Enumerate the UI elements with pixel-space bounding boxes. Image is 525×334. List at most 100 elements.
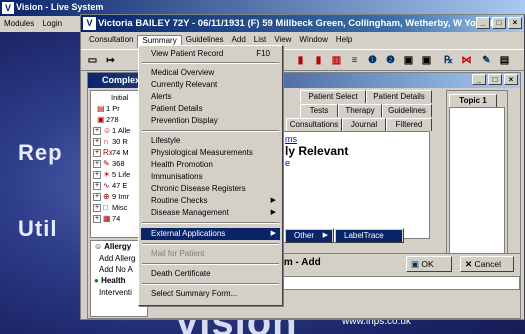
tab-patient-details[interactable]: Patient Details — [366, 90, 432, 103]
tab-journal[interactable]: Journal — [342, 118, 386, 131]
tree-item[interactable]: ▣278 — [97, 115, 119, 126]
menu-window[interactable]: Window — [295, 35, 331, 48]
menu-item-lifestyle[interactable]: Lifestyle — [141, 135, 280, 147]
menu-item-mail-for-patient: Mail for Patient — [151, 249, 205, 258]
menu-item-select-summary-form[interactable]: Select Summary Form... — [141, 288, 280, 300]
bg-menu-login[interactable]: Login — [42, 19, 62, 28]
toolbar-copy-2-icon[interactable]: ▣ — [419, 53, 434, 68]
tree-item[interactable]: Initial — [111, 93, 129, 104]
tree-item[interactable]: + ✎ 368 — [93, 159, 125, 170]
menu-item-alerts[interactable]: Alerts — [141, 91, 280, 103]
health-header: ● Health — [94, 276, 126, 285]
menu-item-external-applications[interactable]: External Applications ▶ — [141, 228, 280, 240]
tab-filtered[interactable]: Filtered — [386, 118, 432, 131]
menu-item-chronic-disease-registers[interactable]: Chronic Disease Registers — [141, 183, 280, 195]
topic-body — [449, 107, 505, 259]
menu-item-patient-details[interactable]: Patient Details — [141, 103, 280, 115]
tab-tests[interactable]: Tests — [300, 104, 338, 117]
menu-item-immunisations[interactable]: Immunisations — [141, 171, 280, 183]
add-allergy-link[interactable]: Add Allerg — [99, 254, 135, 263]
tab-topic-1[interactable]: Topic 1 — [449, 94, 497, 107]
tree-item[interactable]: + Rx74 M — [93, 148, 129, 159]
window-titlebar[interactable]: V Victoria BAILEY 72Y - 06/11/1931 (F) 5… — [81, 15, 524, 32]
form-title: rm - Add — [280, 257, 321, 268]
menu-item-currently-relevant[interactable]: Currently Relevant — [141, 79, 280, 91]
tree-item[interactable]: + ⊕ 9 Imr — [93, 192, 129, 203]
tree-item[interactable]: ▤1 Pr — [97, 104, 120, 115]
save-disk-icon: ▣ — [411, 259, 420, 269]
tree-item[interactable]: + ☺1 Alle — [93, 126, 130, 137]
menu-help[interactable]: Help — [332, 35, 356, 48]
tab-therapy[interactable]: Therapy — [338, 104, 382, 117]
toolbar-red-book-3-icon[interactable]: ▥ — [329, 53, 344, 68]
background-title: Vision - Live System — [16, 2, 104, 12]
tree-item[interactable]: + ∩ 30 R — [93, 137, 128, 148]
add-no-allergy-link[interactable]: Add No A — [99, 265, 133, 274]
window-title: Victoria BAILEY 72Y - 06/11/1931 (F) 59 … — [98, 18, 507, 29]
content-panel: ms ly Relevant e — [280, 131, 430, 239]
summary-dropdown-menu: View Patient Record F10 Medical Overview … — [138, 45, 283, 306]
topic-panel: Topic 1 — [446, 90, 508, 262]
bg-menu-modules[interactable]: Modules — [4, 19, 34, 28]
ok-button[interactable]: ▣ OK — [406, 256, 452, 272]
tree-item[interactable]: + ☀ 5 Life — [93, 170, 130, 181]
menu-item-death-certificate[interactable]: Death Certificate — [141, 268, 280, 280]
minimize-button[interactable]: _ — [476, 17, 490, 29]
toolbar-guide-icon[interactable]: ❷ — [383, 53, 398, 68]
toolbar-list-icon[interactable]: ≡ — [347, 53, 362, 68]
tree-item[interactable]: + ▦74 — [93, 214, 120, 225]
tab-guidelines[interactable]: Guidelines — [382, 104, 432, 117]
toolbar-copy-icon[interactable]: ▣ — [401, 53, 416, 68]
toolbar-red-book-icon[interactable]: ▮ — [293, 53, 308, 68]
other-submenu: LabelTrace — [334, 228, 404, 243]
toolbar-pulse-icon[interactable]: ⋈ — [459, 53, 474, 68]
maximize-button[interactable]: □ — [492, 17, 506, 29]
toolbar-pen-icon[interactable]: ✎ — [479, 53, 494, 68]
menu-separator — [142, 243, 279, 245]
tabs-row-3: Consultations Journal Filtered — [286, 118, 436, 131]
menu-item-health-promotion[interactable]: Health Promotion — [141, 159, 280, 171]
menu-item-prevention-display[interactable]: Prevention Display — [141, 115, 280, 127]
health-icon: ● — [94, 276, 99, 285]
tab-patient-select[interactable]: Patient Select — [300, 90, 366, 103]
tree-item[interactable]: + □ Misc — [93, 203, 127, 214]
person-icon: ☺ — [94, 242, 103, 251]
child-close-button[interactable]: × — [504, 74, 518, 85]
toolbar-rx-icon[interactable]: ℞ — [441, 53, 456, 68]
menu-item-disease-management[interactable]: Disease Management ▶ — [141, 207, 280, 219]
menu-item-physiological-measurements[interactable]: Physiological Measurements — [141, 147, 280, 159]
content-link[interactable]: ms — [285, 134, 425, 144]
form-grid[interactable] — [280, 276, 520, 290]
toolbar-info-icon[interactable]: ❶ — [365, 53, 380, 68]
menu-separator — [142, 130, 279, 132]
close-button[interactable]: × — [508, 17, 522, 29]
external-applications-submenu: Other ▶ — [284, 228, 334, 243]
vision-logo-icon: V — [2, 2, 14, 14]
child-minimize-button[interactable]: _ — [472, 74, 486, 85]
background-util-text: Util — [18, 216, 58, 241]
toolbar-doc-icon[interactable]: ▤ — [497, 53, 512, 68]
toolbar-red-book-2-icon[interactable]: ▮ — [311, 53, 326, 68]
menu-separator — [142, 283, 279, 285]
menu-item-medical-overview[interactable]: Medical Overview — [141, 67, 280, 79]
child-window-title: Complex — [102, 75, 141, 85]
form-bar: rm - Add ▣ OK ✕ Cancel — [280, 253, 520, 273]
submenu-item-other[interactable]: Other ▶ — [286, 230, 332, 242]
toolbar-consult-icon[interactable]: ▭ — [85, 53, 100, 68]
submenu-item-labeltrace[interactable]: LabelTrace — [336, 230, 402, 242]
submenu-arrow-icon: ▶ — [322, 232, 328, 239]
content-sublink[interactable]: e — [285, 158, 425, 168]
tree-item[interactable]: + ∿ 47 E — [93, 181, 127, 192]
intervention-link[interactable]: Interventi — [99, 288, 132, 297]
menu-item-view-patient-record[interactable]: View Patient Record F10 — [141, 48, 280, 60]
child-maximize-button[interactable]: □ — [488, 74, 502, 85]
cancel-button[interactable]: ✕ Cancel — [460, 256, 514, 272]
menu-separator — [142, 62, 279, 64]
toolbar-arrow-icon[interactable]: ↦ — [103, 53, 118, 68]
submenu-arrow-icon: ▶ — [270, 209, 276, 216]
tabs-row-2: Tests Therapy Guidelines — [286, 104, 436, 117]
menu-item-routine-checks[interactable]: Routine Checks ▶ — [141, 195, 280, 207]
menu-consultation[interactable]: Consultation — [85, 35, 137, 48]
patient-window: V Victoria BAILEY 72Y - 06/11/1931 (F) 5… — [80, 14, 525, 320]
tab-consultations[interactable]: Consultations — [286, 118, 342, 131]
